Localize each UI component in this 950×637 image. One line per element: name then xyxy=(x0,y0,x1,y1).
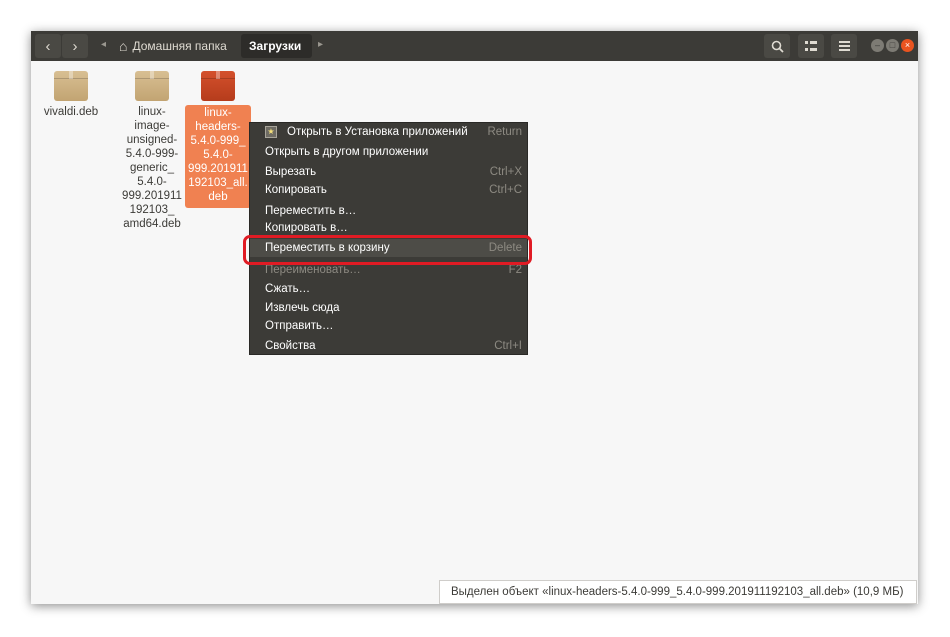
highlight-annotation xyxy=(243,235,532,265)
menu-item-extract-here[interactable]: Извлечь сюда xyxy=(250,299,527,317)
menu-item-send-to[interactable]: Отправить… xyxy=(250,317,527,335)
breadcrumb-home-label: Домашняя папка xyxy=(132,39,227,53)
hamburger-menu-icon xyxy=(838,41,850,51)
package-icon xyxy=(135,71,169,101)
menu-item-label: Переименовать… xyxy=(265,264,361,276)
chevron-left-icon: ‹ xyxy=(45,37,51,55)
menu-item-open-with-software[interactable]: ★ Открыть в Установка приложений Return xyxy=(250,123,527,141)
chevron-right-icon: › xyxy=(72,37,78,55)
breadcrumb-home[interactable]: ⌂ Домашняя папка xyxy=(111,34,235,58)
menu-item-accel: Ctrl+X xyxy=(489,166,522,178)
home-icon: ⌂ xyxy=(119,38,128,54)
forward-button[interactable]: › xyxy=(62,34,88,58)
status-bar: Выделен объект «linux-headers-5.4.0-999_… xyxy=(439,580,917,604)
menu-item-properties[interactable]: Свойства Ctrl+I xyxy=(250,337,527,355)
breadcrumb-downloads[interactable]: Загрузки xyxy=(241,34,312,58)
maximize-button[interactable]: □ xyxy=(886,39,899,52)
file-item-linux-headers[interactable]: linux- headers- 5.4.0-999_ 5.4.0- 999.20… xyxy=(185,61,251,208)
minimize-button[interactable]: – xyxy=(871,39,884,52)
menu-button[interactable] xyxy=(831,34,857,58)
menu-item-label: Свойства xyxy=(265,340,316,352)
file-name: linux- headers- 5.4.0-999_ 5.4.0- 999.20… xyxy=(185,105,251,208)
package-icon xyxy=(54,71,88,101)
menu-item-label: Вырезать xyxy=(265,166,317,178)
file-name: linux- image- unsigned- 5.4.0-999- gener… xyxy=(122,106,182,230)
menu-item-label: Сжать… xyxy=(265,283,311,295)
menu-item-accel: Return xyxy=(487,126,522,138)
menu-item-move-to[interactable]: Переместить в… xyxy=(250,202,527,220)
menu-item-label: Копировать в… xyxy=(265,222,348,234)
search-icon xyxy=(771,40,784,53)
header-bar: ‹ › ◂ ⌂ Домашняя папка Загрузки ▸ – □ × xyxy=(31,31,918,61)
breadcrumb-left-arrow-icon[interactable]: ◂ xyxy=(101,39,106,50)
file-item-linux-image[interactable]: linux- image- unsigned- 5.4.0-999- gener… xyxy=(119,61,185,231)
view-toggle-button[interactable] xyxy=(798,34,824,58)
menu-item-label: Открыть в другом приложении xyxy=(265,146,429,158)
menu-item-accel: Ctrl+C xyxy=(489,184,522,196)
file-name: vivaldi.deb xyxy=(43,106,99,118)
menu-item-accel: Ctrl+I xyxy=(494,340,522,352)
menu-item-label: Переместить в… xyxy=(265,205,357,217)
menu-item-open-other-app[interactable]: Открыть в другом приложении xyxy=(250,143,527,161)
search-button[interactable] xyxy=(764,34,790,58)
menu-item-copy[interactable]: Копировать Ctrl+C xyxy=(250,181,527,199)
package-icon xyxy=(201,71,235,101)
menu-item-cut[interactable]: Вырезать Ctrl+X xyxy=(250,163,527,181)
breadcrumb-downloads-label: Загрузки xyxy=(249,39,302,53)
minimize-icon: – xyxy=(874,40,880,50)
status-text: Выделен объект «linux-headers-5.4.0-999_… xyxy=(451,586,904,598)
menu-item-label: Отправить… xyxy=(265,320,334,332)
menu-item-label: Извлечь сюда xyxy=(265,302,340,314)
software-install-icon: ★ xyxy=(265,126,277,138)
back-button[interactable]: ‹ xyxy=(35,34,61,58)
menu-item-label: Копировать xyxy=(265,184,327,196)
menu-item-label: Открыть в Установка приложений xyxy=(287,126,468,138)
close-button[interactable]: × xyxy=(901,39,914,52)
list-view-icon xyxy=(805,40,817,51)
close-icon: × xyxy=(904,40,911,50)
menu-item-accel: F2 xyxy=(508,264,522,276)
breadcrumb-right-arrow-icon[interactable]: ▸ xyxy=(318,39,323,50)
maximize-icon: □ xyxy=(889,40,896,50)
file-item-vivaldi[interactable]: vivaldi.deb xyxy=(38,61,104,119)
menu-item-compress[interactable]: Сжать… xyxy=(250,280,527,298)
